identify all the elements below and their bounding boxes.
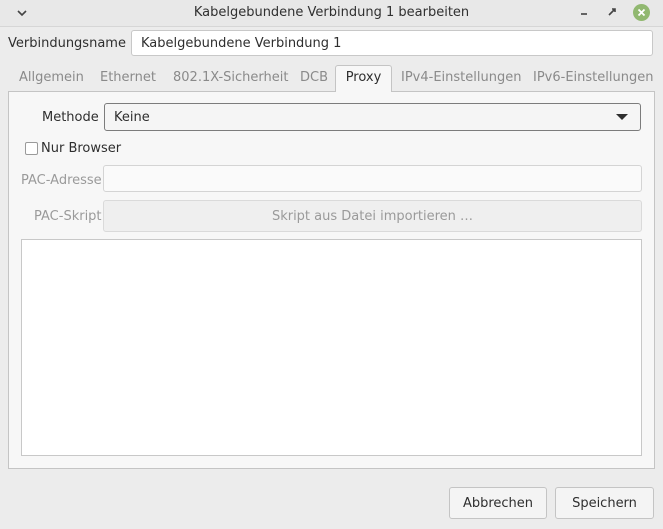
connection-name-input[interactable]: Kabelgebundene Verbindung 1 xyxy=(131,30,653,56)
close-button[interactable] xyxy=(633,4,650,21)
tab-8021x-security[interactable]: 802.1X-Sicherheit xyxy=(173,70,288,85)
dropdown-arrow-icon xyxy=(616,114,628,120)
tab-general[interactable]: Allgemein xyxy=(19,70,84,85)
pac-script-label: PAC-Skript xyxy=(34,209,102,224)
restore-icon[interactable] xyxy=(604,4,620,20)
method-label: Methode xyxy=(42,110,99,125)
tab-ipv6-settings[interactable]: IPv6-Einstellungen xyxy=(533,70,653,85)
tab-proxy[interactable]: Proxy xyxy=(335,65,392,92)
window-title: Kabelgebundene Verbindung 1 bearbeiten xyxy=(193,5,470,20)
pac-script-textarea[interactable] xyxy=(21,239,642,456)
method-select[interactable]: Keine xyxy=(104,103,641,131)
close-icon xyxy=(637,8,646,17)
window-titlebar: Kabelgebundene Verbindung 1 bearbeiten xyxy=(0,0,663,27)
pac-address-input[interactable] xyxy=(103,165,642,192)
tab-ethernet[interactable]: Ethernet xyxy=(100,70,156,85)
browser-only-label[interactable]: Nur Browser xyxy=(41,141,121,156)
tab-ipv4-settings[interactable]: IPv4-Einstellungen xyxy=(401,70,521,85)
tab-dcb[interactable]: DCB xyxy=(300,70,328,85)
import-script-button[interactable]: Skript aus Datei importieren … xyxy=(103,200,642,232)
connection-name-label: Verbindungsname xyxy=(8,36,126,51)
pac-address-label: PAC-Adresse xyxy=(21,173,102,188)
method-value: Keine xyxy=(114,110,150,125)
minimize-icon[interactable] xyxy=(576,4,592,20)
cancel-button[interactable]: Abbrechen xyxy=(449,487,547,519)
save-button[interactable]: Speichern xyxy=(555,487,654,519)
browser-only-checkbox[interactable] xyxy=(25,142,38,155)
